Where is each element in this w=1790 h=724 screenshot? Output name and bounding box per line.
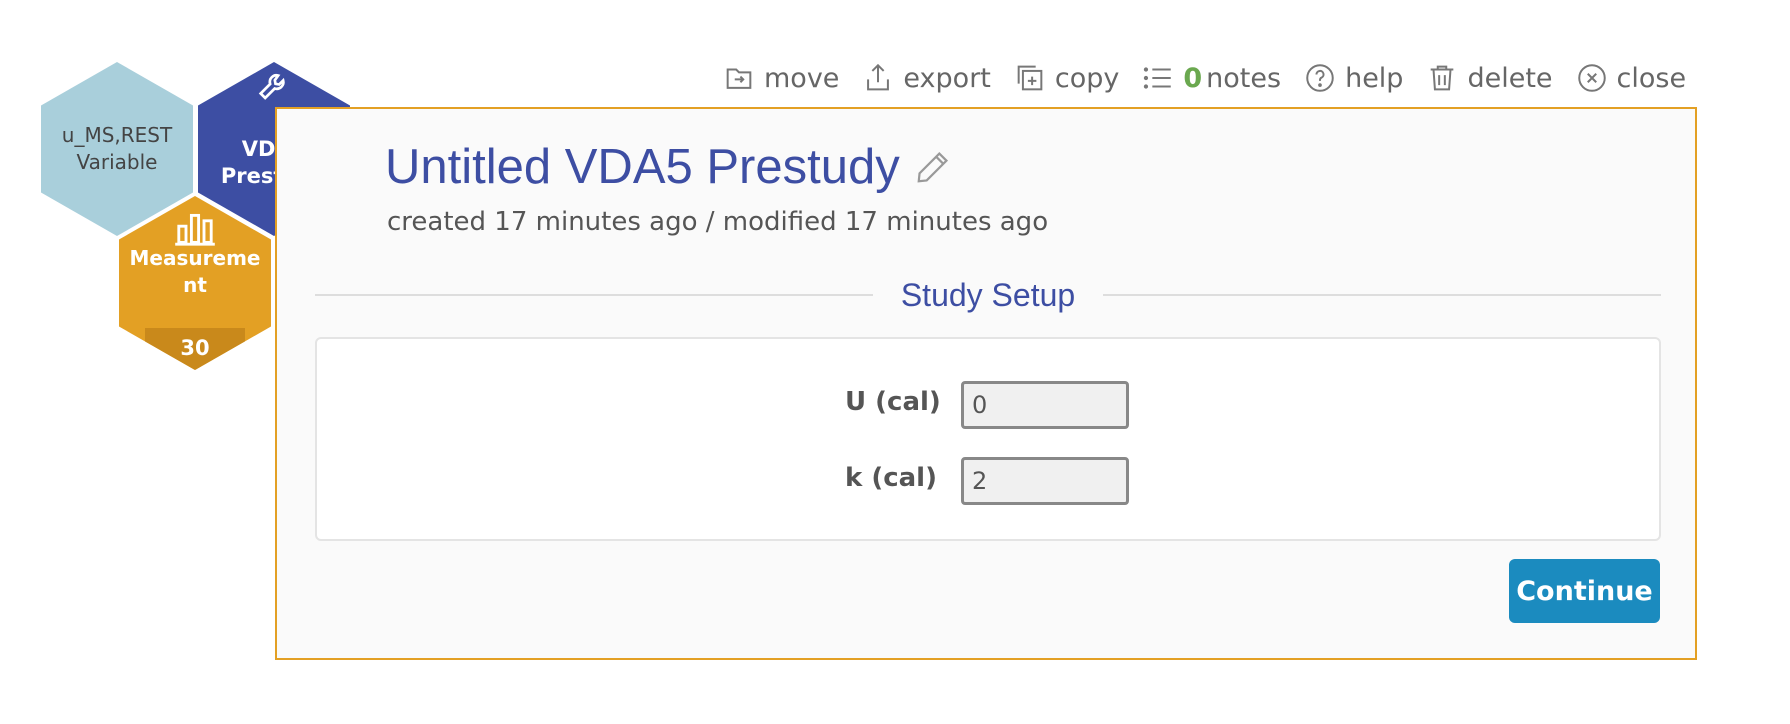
section-title: Study Setup bbox=[900, 276, 1076, 313]
u-cal-row: U (cal) bbox=[317, 381, 1659, 429]
section-heading: Study Setup bbox=[315, 275, 1661, 315]
export-button[interactable]: export bbox=[861, 61, 991, 95]
wrench-icon bbox=[258, 73, 285, 100]
help-button[interactable]: help bbox=[1303, 61, 1403, 95]
pencil-icon[interactable] bbox=[914, 148, 952, 186]
u-cal-label: U (cal) bbox=[845, 387, 941, 417]
delete-icon bbox=[1431, 65, 1454, 91]
timestamps: created 17 minutes ago / modified 17 min… bbox=[387, 207, 1049, 237]
move-button[interactable]: move bbox=[722, 61, 839, 95]
export-icon bbox=[867, 63, 890, 91]
copy-icon bbox=[1017, 65, 1043, 91]
page-title[interactable]: Untitled VDA5 Prestudy bbox=[385, 139, 900, 195]
move-icon bbox=[726, 68, 752, 89]
continue-button[interactable]: Continue bbox=[1509, 559, 1660, 623]
setup-form: U (cal) k (cal) bbox=[315, 337, 1661, 541]
export-label: export bbox=[903, 62, 991, 94]
divider-right bbox=[1103, 294, 1661, 296]
study-panel: Untitled VDA5 Prestudy created 17 minute… bbox=[275, 107, 1697, 660]
help-icon bbox=[1306, 64, 1334, 92]
title-row: Untitled VDA5 Prestudy bbox=[385, 139, 952, 195]
toolbar: move export copy 0 notes help delete clo… bbox=[722, 56, 1712, 100]
help-label: help bbox=[1345, 62, 1404, 94]
variable-hex[interactable]: u_MS,REST Variable bbox=[41, 62, 193, 236]
notes-label: notes bbox=[1206, 62, 1282, 94]
bar-chart-icon bbox=[175, 213, 215, 246]
variable-hex-type: Variable bbox=[76, 150, 158, 174]
delete-button[interactable]: delete bbox=[1425, 61, 1553, 95]
close-label: close bbox=[1616, 62, 1687, 94]
notes-button[interactable]: 0 notes bbox=[1141, 61, 1281, 95]
measurement-count-badge: 30 bbox=[145, 328, 245, 370]
measurement-hex-line1: Measureme bbox=[129, 246, 261, 270]
notes-count: 0 bbox=[1183, 62, 1203, 94]
delete-label: delete bbox=[1467, 62, 1553, 94]
move-label: move bbox=[764, 62, 840, 94]
measurement-hex-line2: nt bbox=[183, 273, 207, 297]
k-cal-input[interactable] bbox=[961, 457, 1129, 505]
copy-button[interactable]: copy bbox=[1013, 61, 1119, 95]
variable-hex-name: u_MS,REST bbox=[61, 123, 173, 147]
notes-icon bbox=[1144, 67, 1172, 89]
divider-left bbox=[315, 294, 873, 296]
close-icon bbox=[1577, 64, 1606, 92]
copy-label: copy bbox=[1054, 62, 1120, 94]
close-button[interactable]: close bbox=[1575, 61, 1687, 95]
measurement-hex[interactable]: Measureme nt 30 bbox=[119, 196, 271, 370]
k-cal-row: k (cal) bbox=[317, 457, 1659, 505]
k-cal-label: k (cal) bbox=[845, 463, 937, 493]
u-cal-input[interactable] bbox=[961, 381, 1129, 429]
